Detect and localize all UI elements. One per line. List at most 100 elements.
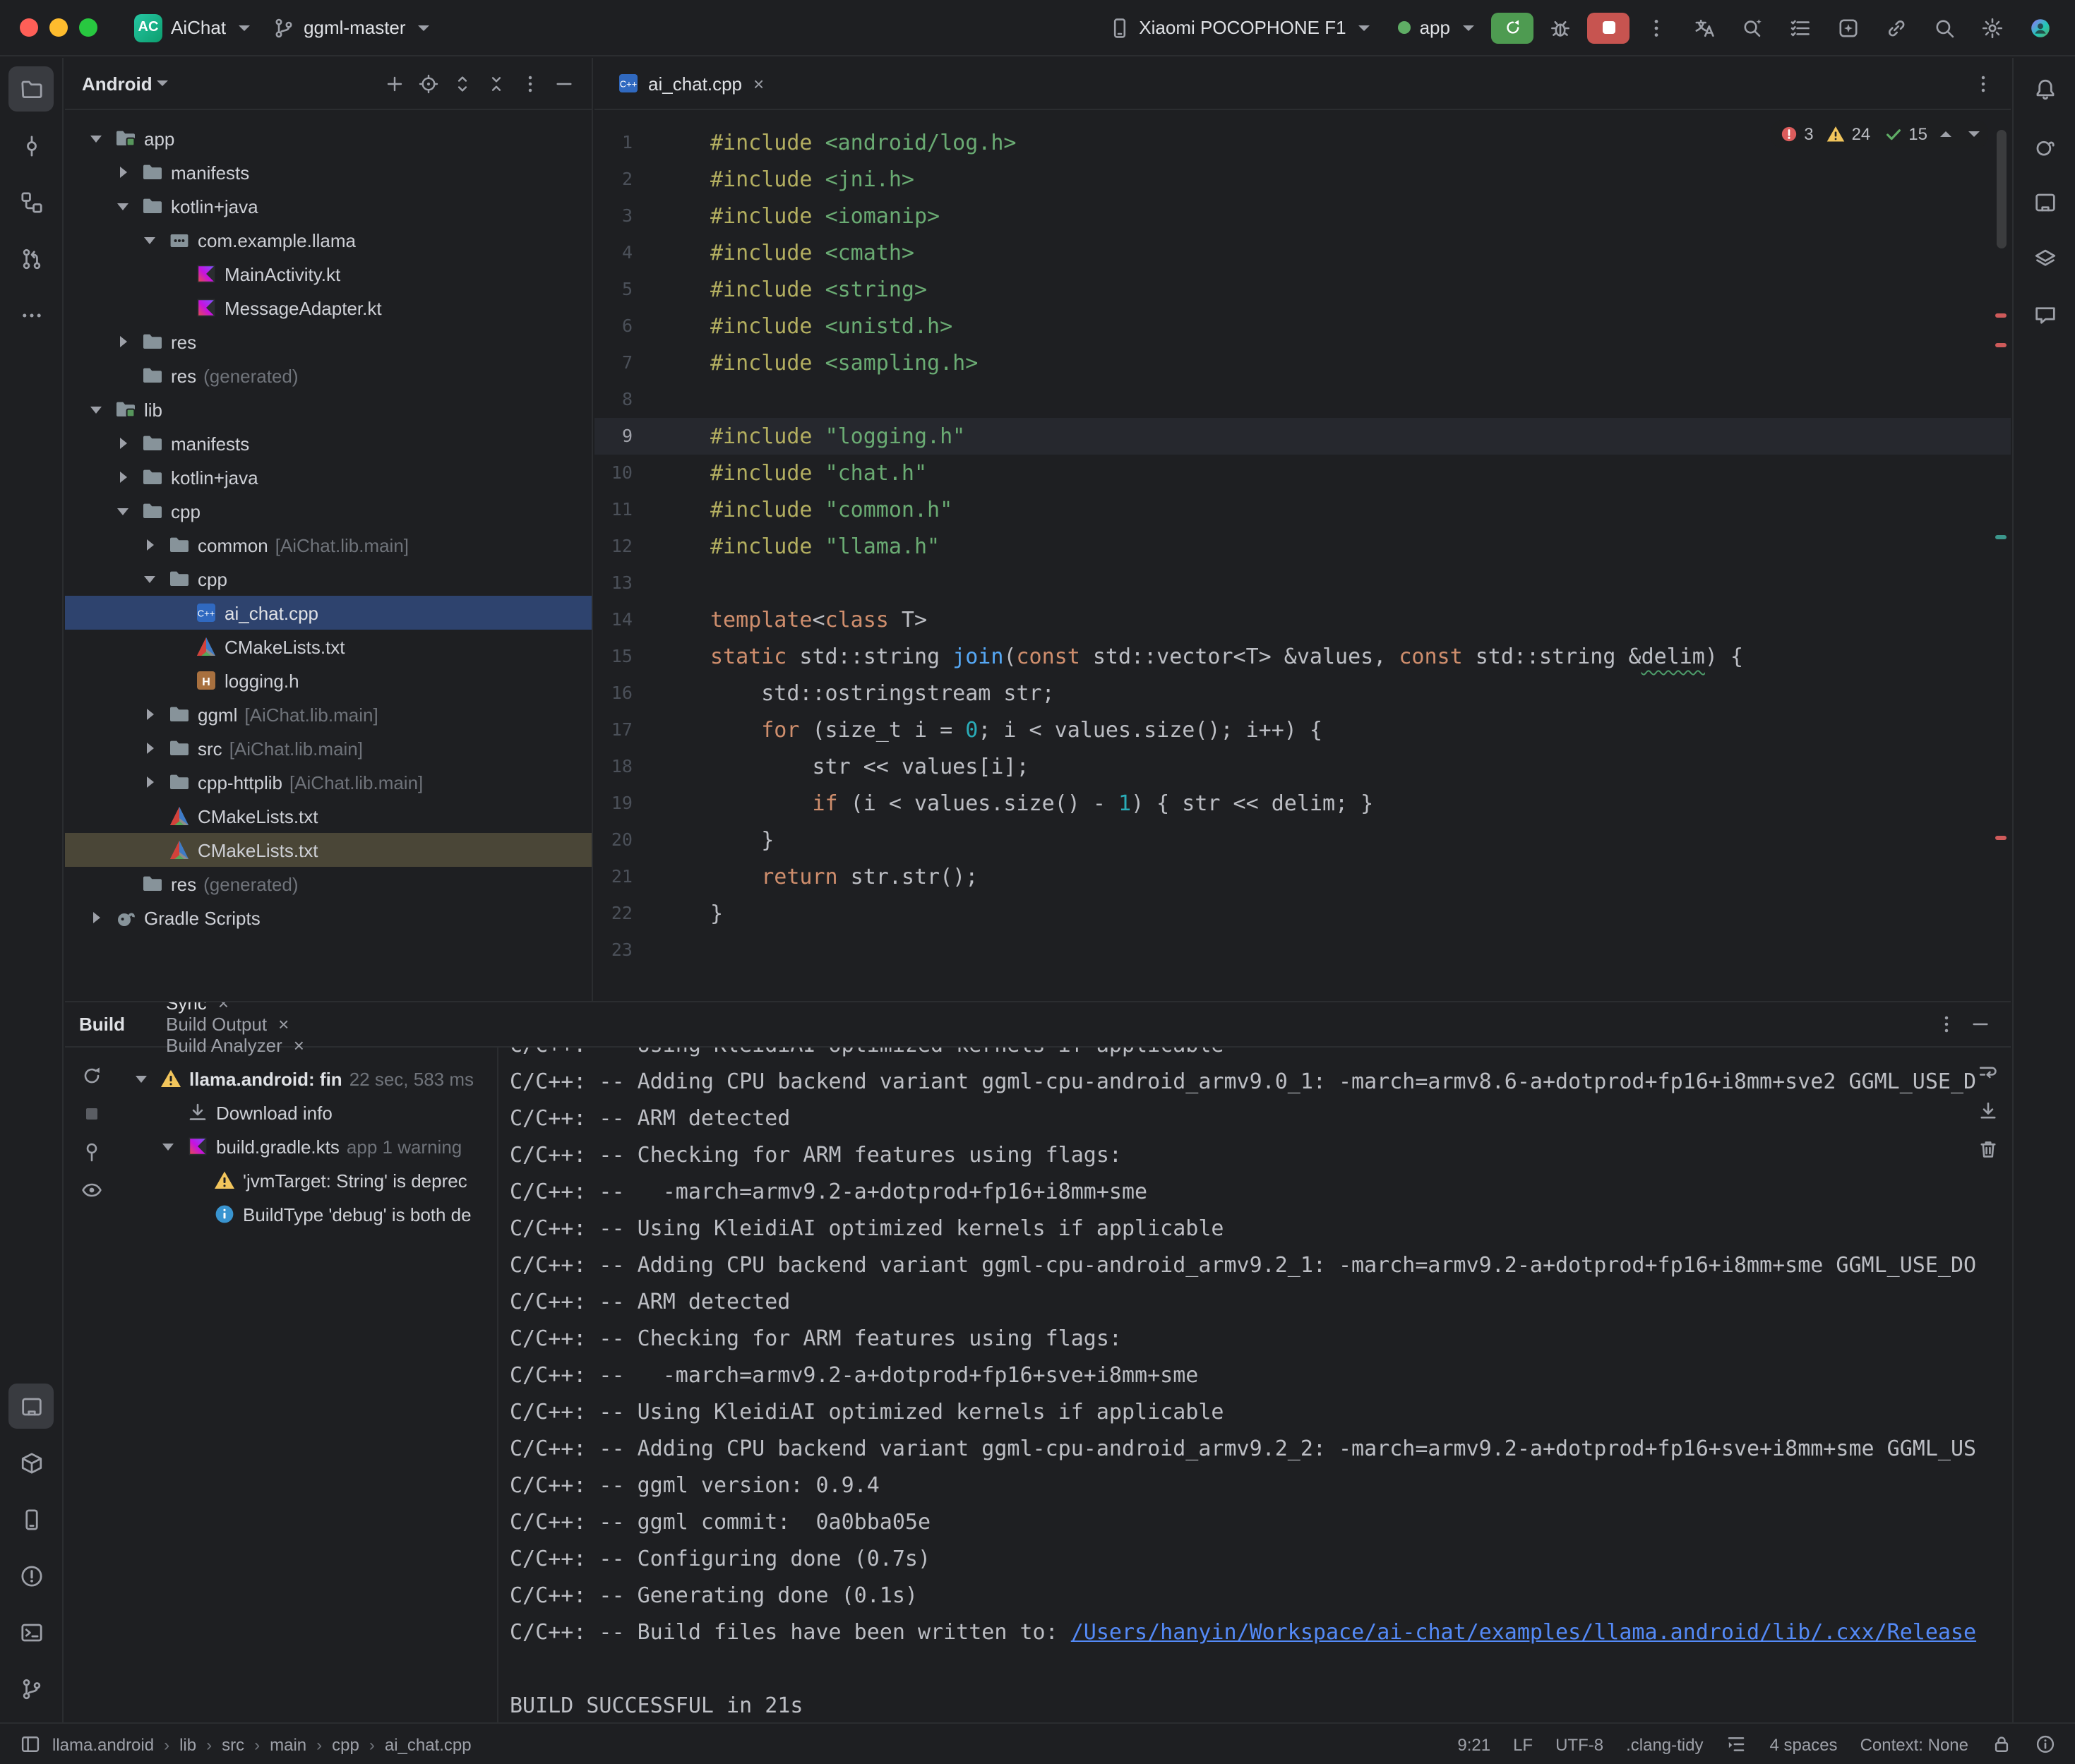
tree-item-res[interactable]: res [65, 325, 592, 359]
more-tool-windows-button[interactable] [8, 292, 54, 337]
tree-item-cpp[interactable]: cpp [65, 562, 592, 596]
app-quality-insights-tool-button[interactable] [2022, 292, 2067, 337]
breadcrumb-src[interactable]: src [222, 1734, 244, 1754]
error-stripe-mark[interactable] [1995, 343, 2007, 347]
resource-manager-tool-button[interactable] [8, 1440, 54, 1485]
tree-item-ggml[interactable]: ggml [AiChat.lib.main] [65, 697, 592, 731]
tree-item-logging-h[interactable]: Hlogging.h [65, 664, 592, 697]
breadcrumb-cpp[interactable]: cpp [332, 1734, 359, 1754]
line-separator[interactable]: LF [1513, 1734, 1533, 1754]
tree-item-buildtype-debug-is-both-de[interactable]: BuildType 'debug' is both de [119, 1197, 497, 1231]
tool-window-layout-icon[interactable] [20, 1734, 41, 1755]
lock-icon[interactable] [1991, 1734, 2012, 1755]
chevron-right-icon[interactable] [138, 703, 161, 726]
rerun-sync-icon[interactable] [80, 1064, 103, 1087]
structure-tool-button[interactable] [8, 179, 54, 224]
tree-item-llama-android-fin[interactable]: llama.android: fin22 sec, 583 ms [119, 1062, 497, 1096]
tree-item-download-info[interactable]: Download info [119, 1096, 497, 1129]
tree-item-manifests[interactable]: manifests [65, 155, 592, 189]
stop-sync-icon[interactable] [80, 1103, 103, 1125]
tree-item-com-example-llama[interactable]: com.example.llama [65, 223, 592, 257]
stop-button[interactable] [1587, 12, 1629, 43]
line-number[interactable]: 10 [594, 455, 633, 491]
tree-item-app[interactable]: app [65, 121, 592, 155]
device-manager-tool-button[interactable] [8, 1496, 54, 1542]
chevron-down-icon[interactable] [157, 1135, 179, 1158]
soft-wrap-icon[interactable] [1977, 1062, 1999, 1084]
line-number[interactable]: 3 [594, 198, 633, 234]
tree-item-messageadapter-kt[interactable]: MessageAdapter.kt [65, 291, 592, 325]
tree-item-ai-chat-cpp[interactable]: C++ai_chat.cpp [65, 596, 592, 630]
tree-item-cpp-httplib[interactable]: cpp-httplib [AiChat.lib.main] [65, 765, 592, 799]
chevron-down-icon[interactable] [85, 398, 107, 421]
gradle-tool-button[interactable] [2022, 123, 2067, 168]
line-number[interactable]: 5 [594, 271, 633, 308]
tree-item-gradle-scripts[interactable]: Gradle Scripts [65, 901, 592, 935]
tab-ai-chat-cpp[interactable]: C++ ai_chat.cpp × [603, 58, 778, 109]
chevron-down-icon[interactable] [112, 500, 134, 522]
line-number[interactable]: 17 [594, 712, 633, 748]
chevron-down-icon[interactable] [112, 195, 134, 217]
chevron-right-icon[interactable] [112, 161, 134, 184]
chevron-right-icon[interactable] [85, 906, 107, 929]
chevron-down-icon[interactable] [138, 568, 161, 590]
error-stripe-mark[interactable] [1995, 836, 2007, 840]
project-tool-button[interactable] [8, 66, 54, 112]
scrollbar-thumb[interactable] [1997, 130, 2007, 248]
ai-search-button[interactable] [1731, 6, 1774, 49]
vcs-branch-widget[interactable]: ggml-master [261, 11, 441, 44]
line-number[interactable]: 23 [594, 932, 633, 968]
line-number[interactable]: 15 [594, 638, 633, 675]
line-number[interactable]: 4 [594, 234, 633, 271]
search-everywhere-button[interactable] [1923, 6, 1966, 49]
tree-item-kotlin-java[interactable]: kotlin+java [65, 189, 592, 223]
build-tab-sync[interactable]: Sync× [153, 1001, 317, 1014]
ai-assistant-button[interactable] [1827, 6, 1870, 49]
tree-item-cmakelists-txt[interactable]: CMakeLists.txt [65, 799, 592, 833]
chevron-right-icon[interactable] [112, 330, 134, 353]
terminal-tool-button[interactable] [8, 1609, 54, 1655]
tree-item-manifests[interactable]: manifests [65, 426, 592, 460]
device-selector[interactable]: Xiaomi POCOPHONE F1 [1096, 11, 1381, 44]
line-number[interactable]: 7 [594, 344, 633, 381]
inspections-widget[interactable]: 3 24 15 [1770, 120, 1988, 148]
clear-all-icon[interactable] [1977, 1138, 1999, 1160]
filter-eye-icon[interactable] [80, 1179, 103, 1201]
project-options-button[interactable] [513, 66, 546, 100]
line-number[interactable]: 13 [594, 565, 633, 601]
build-options-button[interactable] [1929, 1007, 1963, 1041]
close-tab-icon[interactable]: × [278, 1014, 289, 1035]
line-number[interactable]: 8 [594, 381, 633, 418]
tree-item-mainactivity-kt[interactable]: MainActivity.kt [65, 257, 592, 291]
line-number[interactable]: 22 [594, 895, 633, 932]
layout-inspector-tool-button[interactable] [2022, 236, 2067, 281]
line-number[interactable]: 12 [594, 528, 633, 565]
line-number[interactable]: 9 [594, 418, 633, 455]
code-editor[interactable]: 1#include <android/log.h>2#include <jni.… [594, 110, 2011, 1001]
line-number[interactable]: 11 [594, 491, 633, 528]
tree-item-jvmtarget-string-is-deprec[interactable]: 'jvmTarget: String' is deprec [119, 1163, 497, 1197]
close-tab-icon[interactable]: × [753, 73, 764, 94]
line-number[interactable]: 14 [594, 601, 633, 638]
tree-item-cpp[interactable]: cpp [65, 494, 592, 528]
pull-requests-tool-button[interactable] [8, 236, 54, 281]
zoom-window-button[interactable] [79, 18, 97, 37]
previous-problem-icon[interactable] [1940, 131, 1951, 137]
share-button[interactable] [1875, 6, 1918, 49]
info-stripe-mark[interactable] [1995, 535, 2007, 539]
caret-position[interactable]: 9:21 [1457, 1734, 1490, 1754]
version-control-tool-button[interactable] [8, 1666, 54, 1711]
line-number[interactable]: 18 [594, 748, 633, 785]
add-button[interactable] [377, 66, 411, 100]
tree-item-build-gradle-kts[interactable]: build.gradle.ktsapp 1 warning [119, 1129, 497, 1163]
translate-button[interactable] [1683, 6, 1726, 49]
tree-item-cmakelists-txt[interactable]: CMakeLists.txt [65, 630, 592, 664]
line-number[interactable]: 20 [594, 822, 633, 858]
chevron-down-icon[interactable] [85, 127, 107, 150]
tree-item-src[interactable]: src [AiChat.lib.main] [65, 731, 592, 765]
build-tab-build-output[interactable]: Build Output× [153, 1014, 317, 1035]
settings-button[interactable] [1971, 6, 2014, 49]
expand-all-button[interactable] [445, 66, 479, 100]
todo-button[interactable] [1779, 6, 1822, 49]
project-view-selector[interactable]: Android [82, 73, 153, 94]
